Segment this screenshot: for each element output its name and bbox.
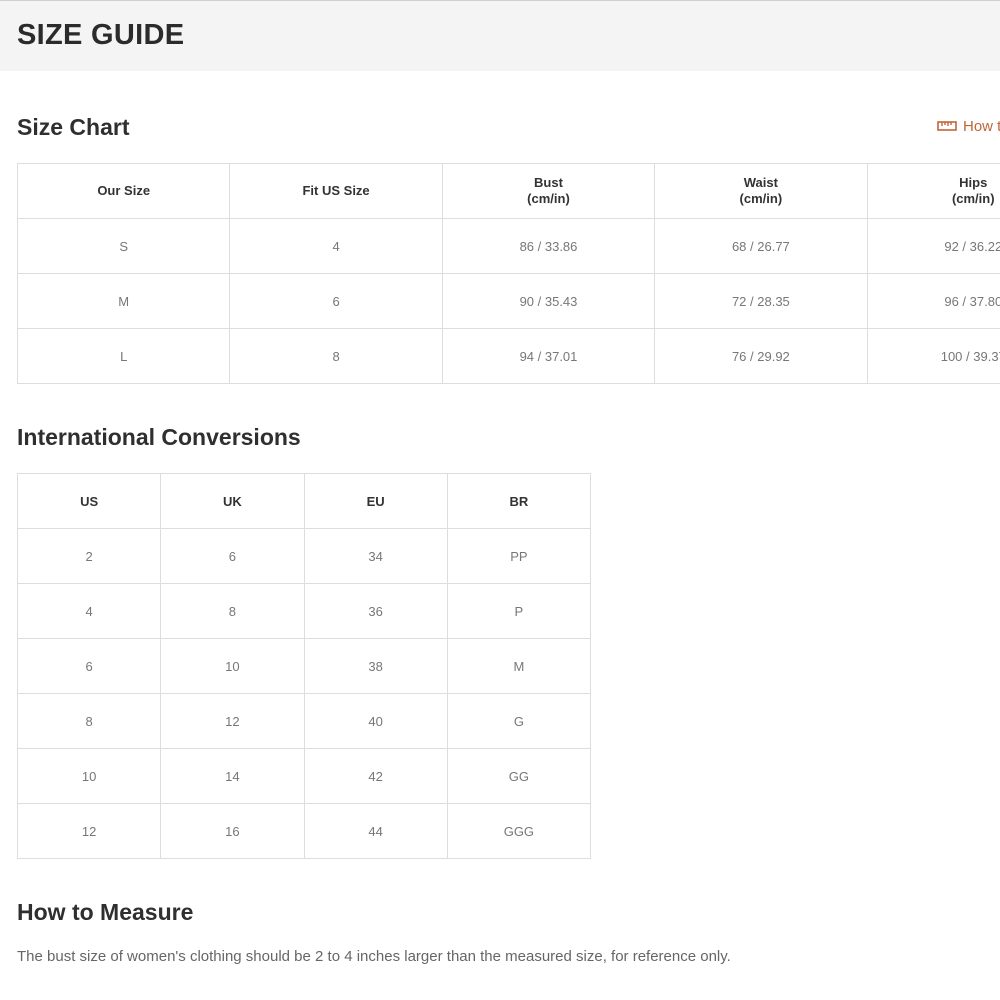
table-cell: 96 / 37.80 bbox=[866, 273, 1000, 329]
table-cell: 6 bbox=[229, 273, 443, 329]
table-cell: 8 bbox=[160, 583, 305, 639]
table-cell: 68 / 26.77 bbox=[654, 218, 868, 274]
table-row: 10 14 42 GG bbox=[16, 748, 592, 804]
column-header-uk: UK bbox=[160, 473, 305, 529]
column-header-waist: Waist (cm/in) bbox=[654, 163, 868, 219]
how-to-measure-link-label: How t bbox=[963, 117, 1000, 135]
column-header-fit-us-size: Fit US Size bbox=[229, 163, 443, 219]
table-row: L 8 94 / 37.01 76 / 29.92 100 / 39.37 bbox=[16, 328, 1000, 384]
table-row: M 6 90 / 35.43 72 / 28.35 96 / 37.80 bbox=[16, 273, 1000, 329]
table-cell: 2 bbox=[16, 528, 162, 584]
table-cell: 42 bbox=[303, 748, 448, 804]
table-row: 4 8 36 P bbox=[16, 583, 592, 639]
table-cell: L bbox=[16, 328, 231, 384]
column-header-us: US bbox=[16, 473, 162, 529]
table-cell: 4 bbox=[229, 218, 443, 274]
table-cell: S bbox=[16, 218, 231, 274]
size-guide-page: SIZE GUIDE Size Chart How t Our Size Fit… bbox=[0, 0, 1000, 1000]
table-cell: 16 bbox=[160, 803, 305, 859]
page-title: SIZE GUIDE bbox=[17, 19, 185, 51]
table-cell: 44 bbox=[303, 803, 448, 859]
table-cell: 36 bbox=[303, 583, 448, 639]
table-row: 8 12 40 G bbox=[16, 693, 592, 749]
table-row: 2 6 34 PP bbox=[16, 528, 592, 584]
table-cell: G bbox=[446, 693, 592, 749]
column-header-bust: Bust (cm/in) bbox=[441, 163, 656, 219]
table-cell: 10 bbox=[16, 748, 162, 804]
table-row: S 4 86 / 33.86 68 / 26.77 92 / 36.22 bbox=[16, 218, 1000, 274]
table-cell: 92 / 36.22 bbox=[866, 218, 1000, 274]
table-header-row: Our Size Fit US Size Bust (cm/in) Waist … bbox=[16, 163, 1000, 219]
table-cell: 86 / 33.86 bbox=[441, 218, 656, 274]
table-cell: PP bbox=[446, 528, 592, 584]
table-cell: 14 bbox=[160, 748, 305, 804]
header-bar: SIZE GUIDE bbox=[0, 0, 1000, 71]
column-header-hips: Hips (cm/in) bbox=[866, 163, 1000, 219]
table-cell: 94 / 37.01 bbox=[441, 328, 656, 384]
how-to-measure-text: The bust size of women's clothing should… bbox=[17, 948, 731, 965]
how-to-measure-link[interactable]: How t bbox=[937, 116, 1000, 136]
table-cell: P bbox=[446, 583, 592, 639]
table-cell: GGG bbox=[446, 803, 592, 859]
table-cell: 6 bbox=[160, 528, 305, 584]
table-cell: GG bbox=[446, 748, 592, 804]
table-cell: 8 bbox=[16, 693, 162, 749]
column-header-eu: EU bbox=[303, 473, 448, 529]
table-cell: M bbox=[446, 638, 592, 694]
conversions-title: International Conversions bbox=[17, 424, 301, 450]
table-cell: 6 bbox=[16, 638, 162, 694]
table-cell: 90 / 35.43 bbox=[441, 273, 656, 329]
table-cell: 100 / 39.37 bbox=[866, 328, 1000, 384]
table-cell: 4 bbox=[16, 583, 162, 639]
table-cell: 76 / 29.92 bbox=[654, 328, 868, 384]
size-chart-title: Size Chart bbox=[17, 114, 130, 140]
column-header-our-size: Our Size bbox=[16, 163, 231, 219]
size-chart-table: Our Size Fit US Size Bust (cm/in) Waist … bbox=[16, 163, 1000, 384]
table-cell: 34 bbox=[303, 528, 448, 584]
table-cell: 72 / 28.35 bbox=[654, 273, 868, 329]
table-cell: 40 bbox=[303, 693, 448, 749]
table-cell: 10 bbox=[160, 638, 305, 694]
table-cell: 12 bbox=[16, 803, 162, 859]
table-row: 6 10 38 M bbox=[16, 638, 592, 694]
table-cell: 12 bbox=[160, 693, 305, 749]
column-header-br: BR bbox=[446, 473, 592, 529]
table-row: 12 16 44 GGG bbox=[16, 803, 592, 859]
table-cell: M bbox=[16, 273, 231, 329]
conversions-table: US UK EU BR 2 6 34 PP 4 8 36 P 6 10 38 M… bbox=[16, 473, 592, 859]
table-cell: 8 bbox=[229, 328, 443, 384]
ruler-icon bbox=[937, 121, 957, 131]
table-cell: 38 bbox=[303, 638, 448, 694]
table-header-row: US UK EU BR bbox=[16, 473, 592, 529]
how-to-measure-title: How to Measure bbox=[17, 899, 194, 925]
